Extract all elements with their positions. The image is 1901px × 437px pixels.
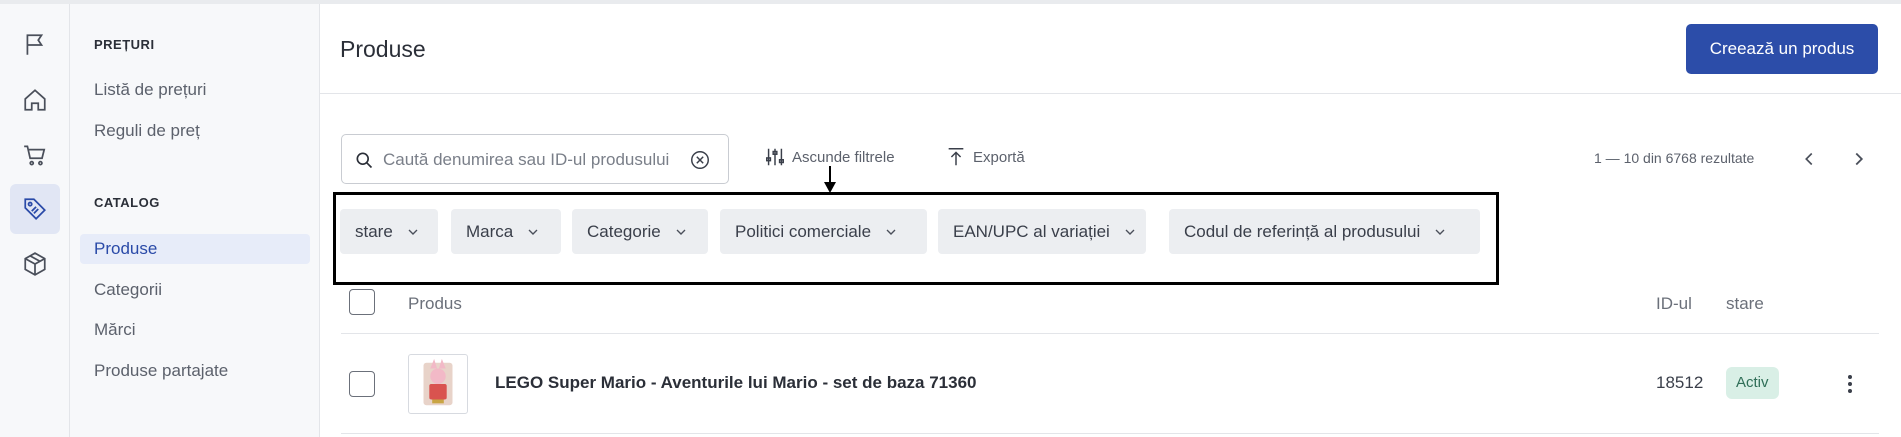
chevron-down-icon bbox=[1125, 229, 1135, 235]
nav-item-products[interactable]: Produse bbox=[80, 234, 310, 264]
chevron-down-icon bbox=[528, 229, 538, 235]
export-icon bbox=[948, 148, 964, 166]
chevron-down-icon bbox=[676, 229, 686, 235]
table-row-divider bbox=[341, 433, 1879, 434]
filter-chip-reference-code[interactable]: Codul de referință al produsului bbox=[1169, 209, 1480, 254]
section-title-catalog: CATALOG bbox=[94, 195, 160, 210]
filter-chip-label: EAN/UPC al variației bbox=[953, 221, 1110, 241]
column-header-product[interactable]: Produs bbox=[408, 294, 462, 314]
nav-item-price-lists[interactable]: Listă de prețuri bbox=[80, 75, 310, 105]
filter-chip-label: stare bbox=[355, 221, 393, 241]
column-header-status[interactable]: stare bbox=[1726, 294, 1764, 314]
nav-item-categories[interactable]: Categorii bbox=[80, 275, 310, 305]
box-icon[interactable] bbox=[10, 239, 60, 289]
filter-chip-label: Politici comerciale bbox=[735, 221, 872, 241]
filter-chip-label: Codul de referință al produsului bbox=[1184, 221, 1421, 241]
status-badge: Activ bbox=[1726, 367, 1779, 399]
select-all-checkbox[interactable] bbox=[349, 289, 375, 315]
filter-chip-brand[interactable]: Marca bbox=[451, 209, 561, 254]
create-product-button[interactable]: Creează un produs bbox=[1686, 24, 1878, 74]
chevron-down-icon bbox=[1435, 229, 1445, 235]
clear-icon[interactable] bbox=[689, 149, 711, 171]
search-placeholder: Caută denumirea sau ID-ul produsului bbox=[383, 150, 670, 169]
column-header-id[interactable]: ID-ul bbox=[1656, 294, 1692, 314]
filter-chip-label: Marca bbox=[466, 221, 514, 241]
filter-chip-trade-policies[interactable]: Politici comerciale bbox=[720, 209, 927, 254]
nav-item-brands[interactable]: Mărci bbox=[80, 315, 310, 345]
page-header: Produse Creează un produs bbox=[320, 4, 1901, 94]
home-icon[interactable] bbox=[10, 75, 60, 125]
search-input[interactable]: Caută denumirea sau ID-ul produsului bbox=[341, 134, 729, 184]
more-options-icon[interactable] bbox=[1840, 372, 1860, 396]
filter-chip-status[interactable]: stare bbox=[340, 209, 438, 254]
cart-icon[interactable] bbox=[10, 130, 60, 180]
section-title-pricing: PREȚURI bbox=[94, 37, 155, 52]
product-thumbnail bbox=[408, 354, 468, 414]
tag-icon[interactable] bbox=[10, 184, 60, 234]
product-id: 18512 bbox=[1656, 373, 1704, 392]
page-title: Produse bbox=[340, 36, 426, 62]
export-label: Exportă bbox=[973, 148, 1025, 166]
table-header-divider bbox=[341, 333, 1879, 334]
chevron-down-icon bbox=[408, 229, 418, 235]
nav-item-price-rules[interactable]: Reguli de preț bbox=[80, 116, 310, 146]
product-name[interactable]: LEGO Super Mario - Aventurile lui Mario … bbox=[495, 373, 976, 393]
filter-chip-label: Categorie bbox=[587, 221, 661, 241]
chevron-down-icon bbox=[886, 229, 896, 235]
annotation-arrow bbox=[824, 166, 836, 193]
filter-sliders-icon bbox=[766, 148, 784, 166]
export-button[interactable]: Exportă bbox=[945, 146, 1025, 168]
flag-icon[interactable] bbox=[10, 20, 60, 70]
hide-filters-button[interactable]: Ascunde filtrele bbox=[764, 146, 895, 168]
icon-rail bbox=[0, 4, 70, 437]
secondary-nav: PREȚURI Listă de prețuri Reguli de preț … bbox=[70, 4, 320, 437]
filter-chip-ean-upc[interactable]: EAN/UPC al variației bbox=[938, 209, 1146, 254]
chevron-left-icon[interactable] bbox=[1798, 148, 1820, 170]
chevron-right-icon[interactable] bbox=[1848, 148, 1870, 170]
row-checkbox[interactable] bbox=[349, 371, 375, 397]
filter-chip-category[interactable]: Categorie bbox=[572, 209, 708, 254]
nav-item-shared-products[interactable]: Produse partajate bbox=[80, 356, 310, 386]
hide-filters-label: Ascunde filtrele bbox=[792, 148, 895, 166]
search-icon bbox=[356, 152, 373, 169]
results-count: 1 — 10 din 6768 rezultate bbox=[1594, 150, 1755, 166]
